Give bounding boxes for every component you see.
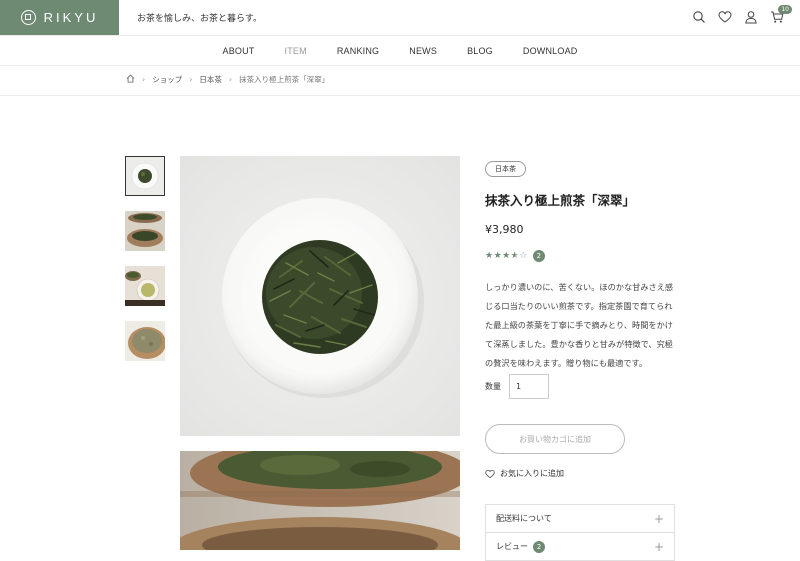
product-info: 日本茶 抹茶入り極上煎茶「深翠」 ¥3,980 ★★★★★☆ 2 しっかり濃いの… [485,156,675,373]
review-count-badge: 2 [532,250,545,262]
thumbnail-2[interactable] [125,211,165,251]
product-description: しっかり濃いのに、苦くない。ほのかな甘みさえ感じる口当たりのいい煎茶です。指定茶… [485,282,674,368]
chevron-right-icon: › [142,75,146,84]
logo[interactable]: RIKYU [0,0,119,35]
chevron-right-icon: › [228,75,233,84]
cart-count-badge: 10 [778,5,792,14]
user-icon[interactable] [744,9,758,24]
home-icon[interactable] [126,74,135,85]
accordion-shipping-label: 配送料について [496,514,552,523]
nav-ranking[interactable]: RANKING [337,46,379,56]
accordion-reviews-label: レビュー [496,542,528,551]
star-rating-icon: ★★★★★☆ [485,251,528,261]
site-header: RIKYU お茶を愉しみ、お茶と暮らす。 10 [0,0,800,36]
breadcrumb-japanese-tea[interactable]: 日本茶 [199,74,222,85]
accordion-shipping[interactable]: 配送料について + [485,504,675,533]
favorite-label: お気に入りに追加 [500,469,564,478]
thumbnail-4[interactable] [125,321,165,361]
quantity-row: 数量 [485,374,549,399]
quantity-label: 数量 [485,382,501,391]
product-price: ¥3,980 [485,223,524,236]
nav-about[interactable]: ABOUT [223,46,255,56]
heart-icon [485,469,495,478]
cart-icon[interactable]: 10 [770,5,792,23]
search-icon[interactable] [692,9,706,23]
thumbnail-3[interactable] [125,266,165,306]
breadcrumb-current: 抹茶入り極上煎茶「深翠」 [239,75,330,84]
product-secondary-image[interactable] [180,451,460,550]
logo-icon [20,10,36,25]
category-badge[interactable]: 日本茶 [485,161,526,177]
header-icons: 10 [692,5,792,24]
product-main-image[interactable] [180,156,460,436]
rating[interactable]: ★★★★★☆ 2 [485,250,675,262]
plus-icon: + [653,539,664,554]
heart-icon[interactable] [718,9,732,23]
tagline: お茶を愉しみ、お茶と暮らす。 [137,14,262,24]
nav-download[interactable]: DOWNLOAD [523,46,578,56]
product-title: 抹茶入り極上煎茶「深翠」 [485,193,636,208]
nav-blog[interactable]: BLOG [467,46,493,56]
add-to-favorites-link[interactable]: お気に入りに追加 [485,468,564,479]
logo-text: RIKYU [43,10,99,25]
nav-item[interactable]: ITEM [285,46,307,56]
plus-icon: + [653,511,664,526]
quantity-input[interactable] [509,374,549,399]
breadcrumb: › ショップ › 日本茶 › 抹茶入り極上煎茶「深翠」 [126,74,329,85]
thumbnail-1[interactable] [125,156,165,196]
review-count-badge: 2 [533,540,545,553]
nav-news[interactable]: NEWS [409,46,437,56]
divider [0,95,800,96]
chevron-right-icon: › [189,75,193,84]
add-to-cart-button[interactable]: お買い物カゴに追加 [485,424,625,454]
accordion-reviews[interactable]: レビュー 2 + [485,532,675,561]
main-nav: ABOUT ITEM RANKING NEWS BLOG DOWNLOAD [0,36,800,66]
breadcrumb-shop[interactable]: ショップ [152,74,182,85]
